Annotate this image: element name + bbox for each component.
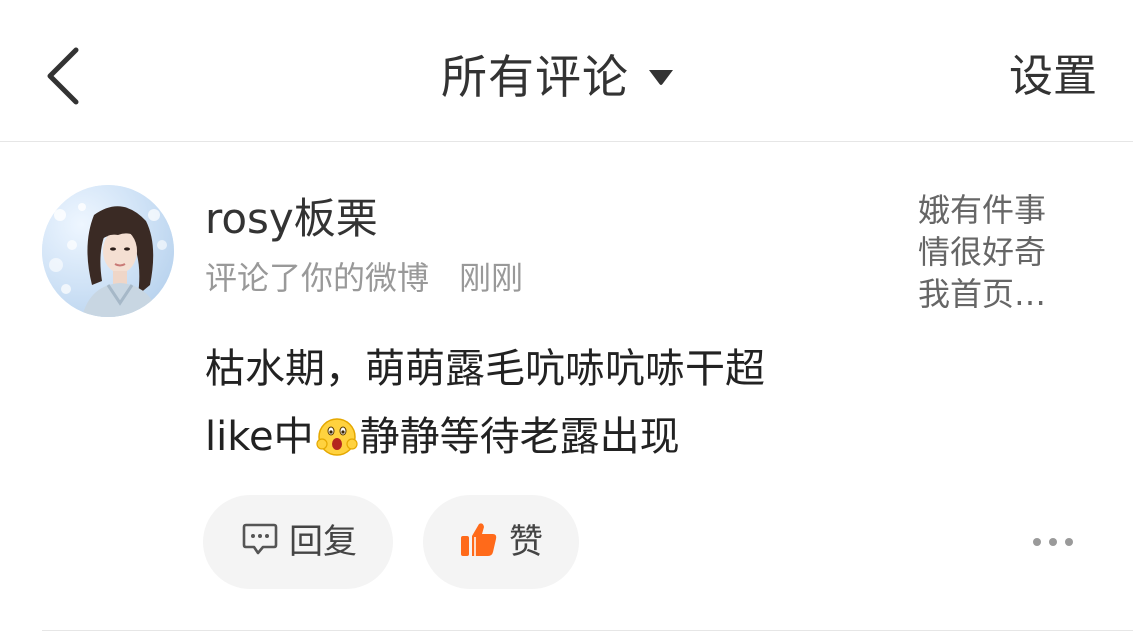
divider (42, 630, 1133, 631)
top-nav-bar: 所有评论 设置 (0, 0, 1133, 142)
comment-item[interactable]: rosy板栗 评论了你的微博 刚刚 娥有件事情很好奇我首页… 枯水期，萌萌露毛吭哧… (0, 143, 1133, 631)
back-button[interactable] (34, 44, 90, 112)
comment-text: 枯水期，萌萌露毛吭哧吭哧干超 like中 静静等待老露出现 (205, 335, 905, 471)
page-title: 所有评论 (441, 50, 629, 104)
timestamp: 刚刚 (459, 259, 524, 297)
reply-button[interactable]: 回复 (203, 495, 393, 589)
comment-text-segment: like中 (205, 414, 314, 460)
like-label: 赞 (509, 522, 543, 562)
comment-filter-dropdown[interactable]: 所有评论 (441, 48, 675, 106)
surprised-face-emoji (315, 411, 358, 456)
more-dots-icon (1049, 538, 1057, 546)
chevron-left-icon (44, 46, 80, 110)
comment-meta: 评论了你的微博 刚刚 (205, 255, 523, 301)
avatar[interactable] (42, 185, 174, 317)
settings-button[interactable]: 设置 (1009, 48, 1097, 106)
caret-down-icon (647, 67, 675, 87)
comment-bubble-icon (241, 522, 279, 562)
more-dots-icon (1065, 538, 1073, 546)
comment-text-line1: 枯水期，萌萌露毛吭哧吭哧干超 (205, 346, 765, 392)
comment-action: 评论了你的微博 (205, 259, 430, 297)
more-button[interactable] (1033, 527, 1073, 557)
comment-text-segment: 静静等待老露出现 (359, 414, 680, 460)
comment-text-line2: like中 静静等待老露出现 (205, 403, 905, 471)
original-post-preview[interactable]: 娥有件事情很好奇我首页… (918, 189, 1068, 315)
more-dots-icon (1033, 538, 1041, 546)
like-button[interactable]: 赞 (423, 495, 579, 589)
thumbs-up-icon (459, 521, 499, 563)
username[interactable]: rosy板栗 (205, 191, 378, 247)
reply-label: 回复 (289, 522, 357, 562)
